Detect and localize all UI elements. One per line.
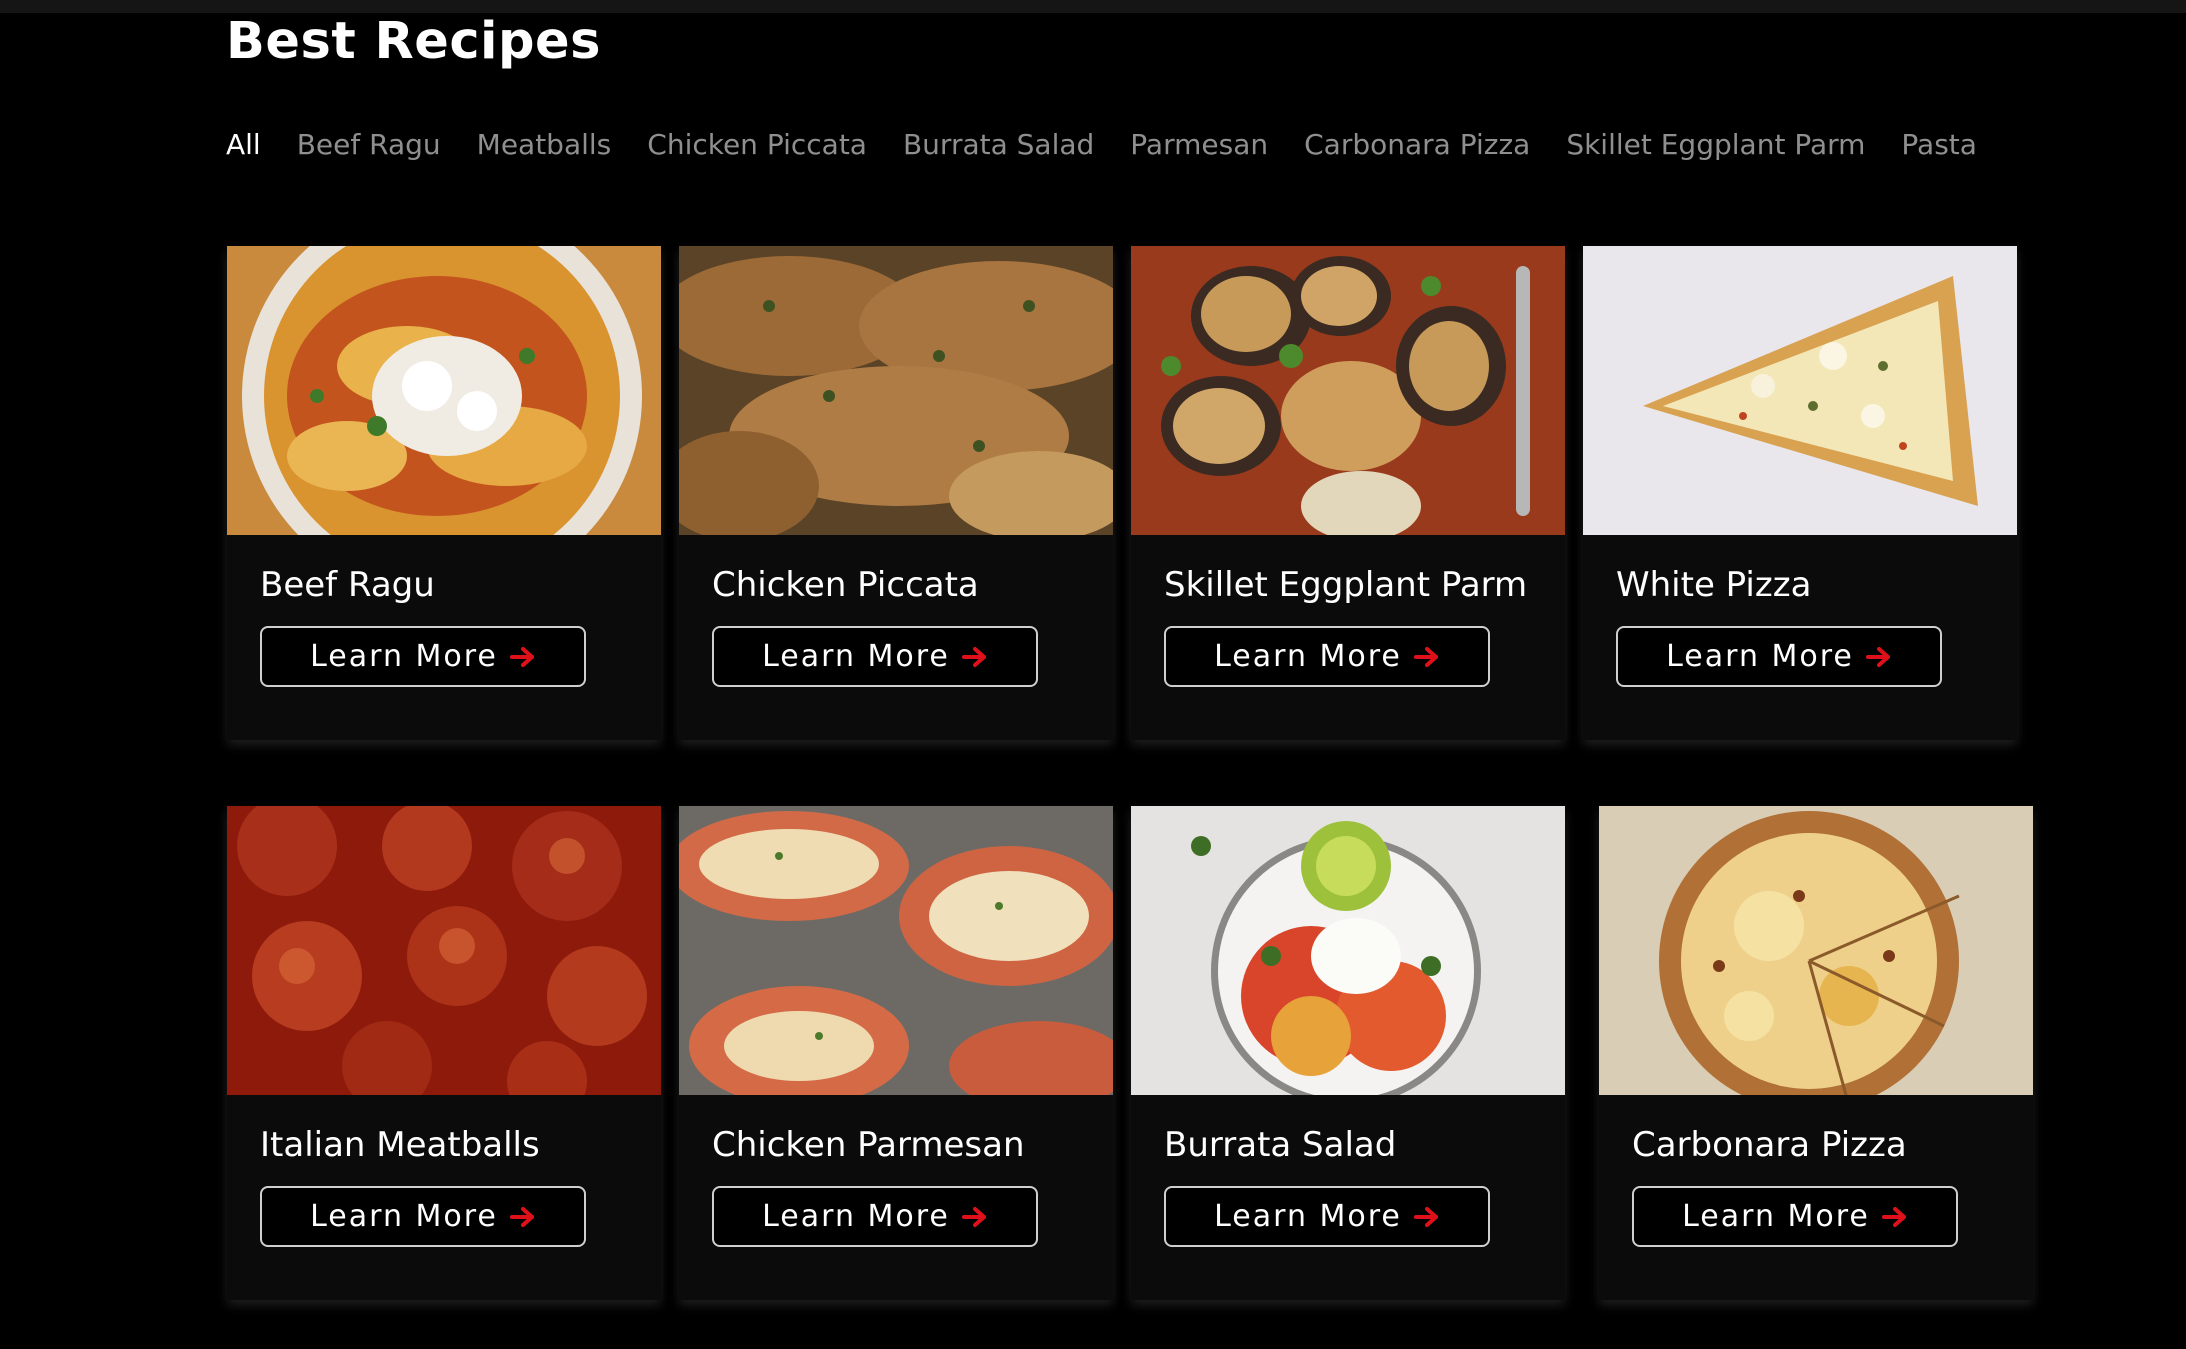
arrow-right-icon <box>1865 646 1892 668</box>
recipe-card: Skillet Eggplant Parm Learn More <box>1131 246 1565 740</box>
recipe-title: Beef Ragu <box>260 565 435 605</box>
filter-carbonara-pizza[interactable]: Carbonara Pizza <box>1304 128 1530 161</box>
burrata-salad-photo[interactable] <box>1131 806 1565 1095</box>
chicken-parmesan-photo[interactable] <box>679 806 1113 1095</box>
arrow-right-icon <box>1881 1206 1908 1228</box>
recipe-title: Italian Meatballs <box>260 1125 540 1165</box>
arrow-right-icon <box>961 646 988 668</box>
chicken-piccata-photo[interactable] <box>679 246 1113 535</box>
recipe-card: Burrata Salad Learn More <box>1131 806 1565 1300</box>
eggplant-parm-photo[interactable] <box>1131 246 1565 535</box>
recipe-title: Carbonara Pizza <box>1632 1125 1907 1165</box>
recipe-title: White Pizza <box>1616 565 1812 605</box>
filter-parmesan[interactable]: Parmesan <box>1130 128 1268 161</box>
filter-burrata-salad[interactable]: Burrata Salad <box>903 128 1094 161</box>
arrow-right-icon <box>1413 1206 1440 1228</box>
recipe-title: Burrata Salad <box>1164 1125 1397 1165</box>
white-pizza-photo[interactable] <box>1583 246 2017 535</box>
arrow-right-icon <box>961 1206 988 1228</box>
recipe-card: White Pizza Learn More <box>1583 246 2017 740</box>
filter-skillet-eggplant-parm[interactable]: Skillet Eggplant Parm <box>1566 128 1865 161</box>
arrow-right-icon <box>509 1206 536 1228</box>
learn-more-button[interactable]: Learn More <box>260 626 586 687</box>
filter-tabs: All Beef Ragu Meatballs Chicken Piccata … <box>226 122 1977 166</box>
learn-more-button[interactable]: Learn More <box>1164 626 1490 687</box>
learn-more-button[interactable]: Learn More <box>712 1186 1038 1247</box>
beef-ragu-photo[interactable] <box>227 246 661 535</box>
learn-more-button[interactable]: Learn More <box>1616 626 1942 687</box>
learn-more-button[interactable]: Learn More <box>1164 1186 1490 1247</box>
recipe-card: Italian Meatballs Learn More <box>227 806 661 1300</box>
filter-all[interactable]: All <box>226 128 261 161</box>
filter-chicken-piccata[interactable]: Chicken Piccata <box>647 128 867 161</box>
arrow-right-icon <box>1413 646 1440 668</box>
recipe-card: Carbonara Pizza Learn More <box>1599 806 2033 1300</box>
recipe-title: Chicken Piccata <box>712 565 979 605</box>
arrow-right-icon <box>509 646 536 668</box>
meatballs-photo[interactable] <box>227 806 661 1095</box>
recipe-card: Chicken Parmesan Learn More <box>679 806 1113 1300</box>
carbonara-pizza-photo[interactable] <box>1599 806 2033 1095</box>
recipe-title: Skillet Eggplant Parm <box>1164 565 1528 605</box>
filter-beef-ragu[interactable]: Beef Ragu <box>297 128 441 161</box>
page-title: Best Recipes <box>226 12 601 71</box>
learn-more-button[interactable]: Learn More <box>1632 1186 1958 1247</box>
learn-more-button[interactable]: Learn More <box>712 626 1038 687</box>
filter-pasta[interactable]: Pasta <box>1901 128 1977 161</box>
recipe-card: Beef Ragu Learn More <box>227 246 661 740</box>
recipe-title: Chicken Parmesan <box>712 1125 1025 1165</box>
filter-meatballs[interactable]: Meatballs <box>477 128 612 161</box>
recipe-card: Chicken Piccata Learn More <box>679 246 1113 740</box>
learn-more-button[interactable]: Learn More <box>260 1186 586 1247</box>
